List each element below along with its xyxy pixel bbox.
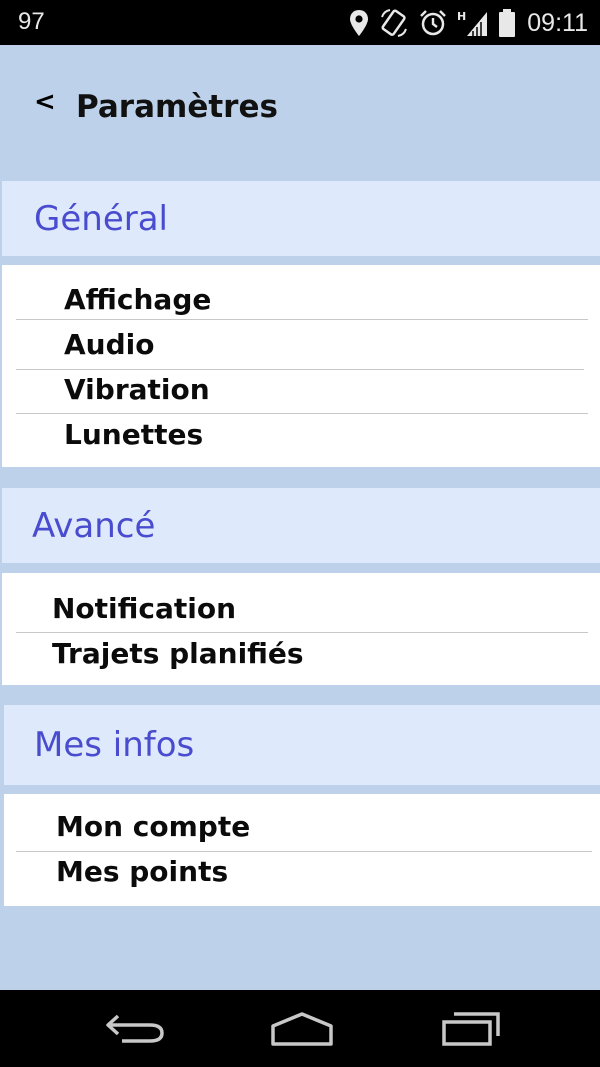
section-header-general: Général	[2, 181, 600, 256]
list-item-mon-compte[interactable]: Mon compte	[56, 810, 250, 843]
status-time: 09:11	[527, 8, 588, 37]
back-nav-icon[interactable]	[104, 1010, 166, 1050]
divider	[16, 632, 588, 633]
section-title-mes-infos: Mes infos	[34, 725, 195, 765]
section-header-mes-infos: Mes infos	[4, 705, 600, 785]
status-bar: 97 H 09:11	[0, 0, 600, 45]
battery-icon	[499, 9, 516, 37]
home-nav-icon[interactable]	[270, 1010, 334, 1052]
navigation-bar	[0, 990, 600, 1067]
section-list-avance: Notification Trajets planifiés	[2, 573, 600, 685]
list-item-trajets-planifies[interactable]: Trajets planifiés	[52, 637, 304, 670]
section-title-avance: Avancé	[32, 505, 156, 546]
list-item-affichage[interactable]: Affichage	[64, 283, 211, 316]
app-header: < Paramètres	[4, 45, 600, 173]
list-item-mes-points[interactable]: Mes points	[56, 855, 228, 888]
status-icons: H 09:11	[349, 6, 588, 40]
rotate-icon	[379, 8, 409, 38]
recents-nav-icon[interactable]	[440, 1010, 502, 1052]
section-title-general: Général	[34, 198, 168, 239]
status-left-text: 97	[18, 8, 45, 35]
location-icon	[349, 9, 369, 37]
signal-h-icon: H	[457, 9, 489, 37]
section-header-avance: Avancé	[2, 488, 600, 563]
list-item-audio[interactable]: Audio	[64, 328, 154, 361]
list-item-lunettes[interactable]: Lunettes	[64, 418, 203, 451]
alarm-icon	[419, 9, 447, 37]
divider	[16, 369, 584, 370]
divider	[16, 319, 588, 320]
section-list-mes-infos: Mon compte Mes points	[4, 794, 600, 906]
divider	[16, 851, 592, 852]
svg-text:H: H	[457, 10, 466, 23]
page-title: Paramètres	[76, 89, 278, 125]
list-item-notification[interactable]: Notification	[52, 592, 236, 625]
section-list-general: Affichage Audio Vibration Lunettes	[2, 265, 600, 467]
back-button[interactable]: <	[34, 87, 56, 117]
list-item-vibration[interactable]: Vibration	[64, 373, 210, 406]
divider	[16, 413, 588, 414]
